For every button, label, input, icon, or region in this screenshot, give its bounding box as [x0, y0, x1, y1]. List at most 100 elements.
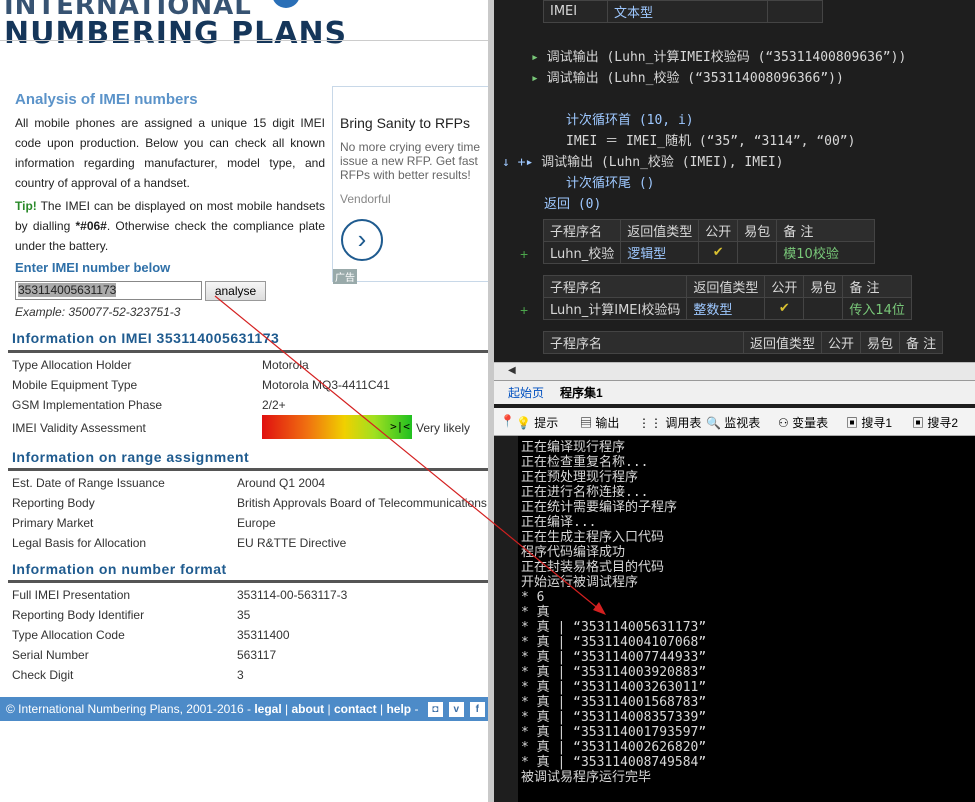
vk-icon[interactable]: v: [448, 702, 464, 718]
col-header: 公开: [821, 331, 862, 354]
ad-title[interactable]: Bring Sanity to RFPs: [340, 115, 470, 131]
instagram-icon[interactable]: ◘: [427, 702, 443, 718]
col-header: 备 注: [776, 219, 876, 242]
code-line[interactable]: ▸ 调试输出 (Luhn_校验 (“353114008096366”)): [531, 67, 844, 86]
ad-body-line: RFPs with better results!: [340, 168, 471, 182]
variable-icon: ⚇: [778, 416, 789, 430]
code-line[interactable]: IMEI ＝ IMEI_随机 (“35”, “3114”, “00”): [566, 130, 855, 149]
hint-icon: 💡: [516, 416, 531, 430]
info-value: EU R&TTE Directive: [237, 536, 347, 550]
tool-search1[interactable]: ▣ 搜寻1: [846, 414, 892, 431]
tip-code: *#06#: [75, 219, 107, 233]
col-header: 易包: [737, 219, 778, 242]
footer-link-contact[interactable]: contact: [334, 702, 377, 716]
footer-separator: |: [281, 702, 292, 716]
code-line[interactable]: 计次循环首 (10, i): [566, 109, 694, 128]
ad-box[interactable]: Bring Sanity to RFPs No more crying ever…: [332, 86, 488, 284]
example-text: Example: 350077-52-323751-3: [15, 305, 181, 319]
tab-program-set[interactable]: 程序集1: [560, 384, 603, 401]
facebook-icon[interactable]: f: [469, 702, 485, 718]
imei-input-value: 353114005631173: [18, 283, 117, 297]
sub-table-1: 子程序名 返回值类型 公开 易包备 注 Luhn_校验 逻辑型 ✔ 模10校验: [542, 219, 876, 264]
tool-label: 监视表: [724, 416, 761, 430]
code-line[interactable]: 计次循环尾 (): [566, 172, 654, 191]
info-label: Primary Market: [12, 516, 94, 530]
sub-note-cell[interactable]: 传入14位: [842, 297, 912, 320]
info-value: Around Q1 2004: [237, 476, 326, 490]
tool-watch-table[interactable]: 🔍 监视表: [706, 414, 760, 431]
expand-icon[interactable]: +: [520, 246, 528, 262]
col-header: 子程序名: [542, 219, 622, 242]
section-divider: [8, 580, 488, 583]
ad-body: No more crying every time issue a new RF…: [340, 140, 488, 182]
ad-tag: 广告: [333, 269, 357, 284]
tool-call-table[interactable]: ⋮⋮ 调用表: [638, 414, 701, 431]
info-value: Europe: [237, 516, 276, 530]
ad-vendor: Vendorful: [340, 192, 391, 206]
ad-body-line: issue a new RFP. Get fast: [340, 154, 478, 168]
sub-name-cell[interactable]: Luhn_校验: [542, 241, 622, 264]
var-type-cell[interactable]: 文本型: [607, 0, 768, 23]
footer-link-legal[interactable]: legal: [254, 702, 281, 716]
footer-link-about[interactable]: about: [291, 702, 324, 716]
sub-pkg-cell[interactable]: [737, 241, 778, 264]
call-table-icon: ⋮⋮: [638, 416, 662, 430]
sub-pkg-cell[interactable]: [803, 297, 844, 320]
section-divider: [8, 350, 488, 353]
expand-icon[interactable]: +: [520, 302, 528, 318]
info-label: GSM Implementation Phase: [12, 398, 163, 412]
tab-start-page[interactable]: 起始页: [508, 384, 544, 401]
search-icon: 🔍: [706, 416, 721, 430]
col-header: 备 注: [899, 331, 944, 354]
tool-output[interactable]: ▤ 输出: [580, 414, 619, 431]
sub-type-cell[interactable]: 逻辑型: [620, 241, 700, 264]
public-check-icon[interactable]: ✔: [698, 241, 739, 264]
var-name-cell[interactable]: IMEI: [543, 0, 608, 23]
info-value: 353114-00-563117-3: [237, 588, 348, 602]
scroll-left-icon[interactable]: ◀: [508, 365, 516, 376]
code-text: 计次循环首 (10, i): [566, 113, 694, 128]
logo-line1: INTERNATIONAL: [4, 0, 252, 21]
variable-table: IMEI 文本型: [543, 0, 823, 23]
pin-icon[interactable]: 📍: [500, 414, 515, 428]
var-empty-cell[interactable]: [767, 0, 823, 23]
tool-label: 搜寻2: [927, 416, 959, 430]
horizontal-scrollbar[interactable]: ◀: [494, 362, 975, 380]
debug-output-console[interactable]: 正在编译现行程序 正在检查重复名称... 正在预处理现行程序 正在进行名称连接.…: [518, 436, 975, 802]
code-line[interactable]: 返回 (0): [544, 193, 601, 212]
sub-type-cell[interactable]: 整数型: [686, 297, 766, 320]
col-header: 备 注: [842, 275, 912, 298]
sub-note-cell[interactable]: 模10校验: [776, 241, 876, 264]
intro-text: All mobile phones are assigned a unique …: [15, 116, 325, 190]
code-line[interactable]: ▸ 调试输出 (Luhn_计算IMEI校验码 (“35311400809636”…: [531, 46, 906, 65]
search1-icon: ▣: [846, 416, 859, 430]
site-logo[interactable]: INTERNATIONAL NUMBERING PLANS: [4, 0, 347, 49]
tool-label: 提示: [534, 416, 559, 430]
info-value: 3: [237, 668, 244, 682]
analyse-button[interactable]: analyse: [205, 281, 266, 301]
tool-label: 输出: [595, 416, 620, 430]
info-value: 563117: [237, 648, 277, 662]
info-value: British Approvals Board of Telecommunica…: [237, 496, 487, 510]
sub-name-cell[interactable]: Luhn_计算IMEI校验码: [542, 297, 688, 320]
imei-input[interactable]: 353114005631173: [15, 281, 202, 300]
public-check-icon[interactable]: ✔: [764, 297, 805, 320]
code-text: 调试输出 (Luhn_校验 (IMEI), IMEI): [541, 155, 784, 170]
footer-copyright: © International Numbering Plans, 2001-20…: [6, 702, 255, 716]
validity-marker: >|<: [390, 420, 410, 433]
tool-hint[interactable]: 💡 提示: [516, 414, 558, 431]
footer-link-help[interactable]: help: [386, 702, 411, 716]
section-heading-format: Information on number format: [12, 561, 227, 577]
tool-variable-table[interactable]: ⚇ 变量表: [778, 414, 828, 431]
breakpoint-marker-icon: ▸: [531, 71, 539, 86]
sub-table-2: 子程序名 返回值类型 公开 易包备 注 Luhn_计算IMEI校验码 整数型 ✔ 传入14位: [542, 275, 912, 320]
info-value: Motorola: [262, 358, 309, 372]
code-line[interactable]: ↓ +▸ 调试输出 (Luhn_校验 (IMEI), IMEI): [502, 151, 784, 170]
ad-body-line: No more crying every time: [340, 140, 481, 154]
info-label: Check Digit: [12, 668, 74, 682]
tool-search2[interactable]: ▣ 搜寻2: [912, 414, 958, 431]
col-header: 返回值类型: [686, 275, 766, 298]
info-value: Motorola MQ3-4411C41: [262, 378, 390, 392]
chevron-right-icon[interactable]: ›: [341, 219, 383, 261]
info-label: Type Allocation Code: [12, 628, 125, 642]
